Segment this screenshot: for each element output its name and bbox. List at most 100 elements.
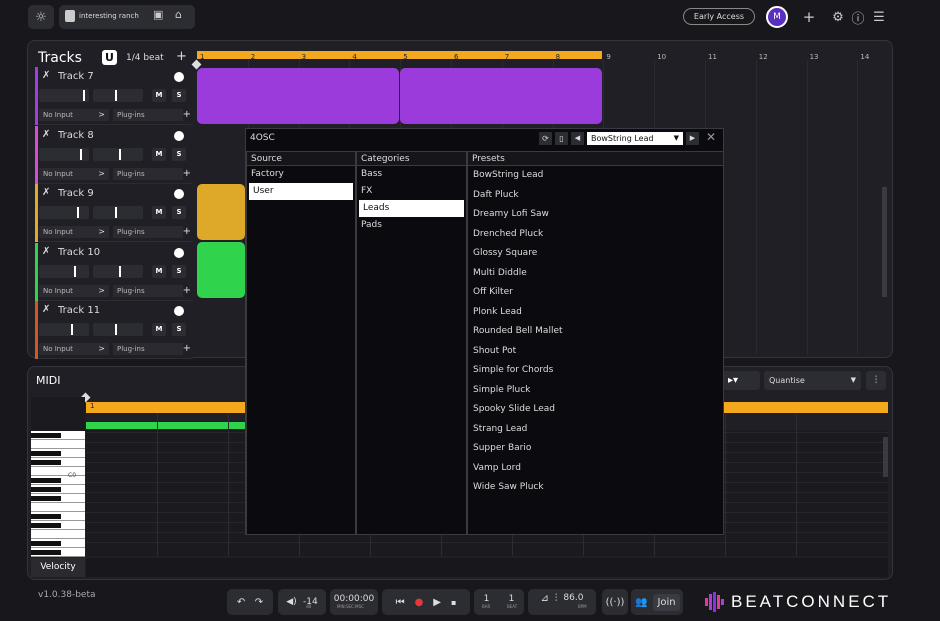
save-preset-icon[interactable]: ▯ <box>555 132 568 145</box>
plugins-select[interactable]: Plug-ins + <box>113 343 191 355</box>
audio-clip[interactable] <box>197 242 245 298</box>
mute-button[interactable]: M <box>152 89 166 102</box>
volume-slider[interactable] <box>39 323 89 336</box>
track-header[interactable]: ✗ Track 7 M S No Input > Plug-ins + <box>35 67 193 125</box>
project-pill[interactable]: interesting ranch ▣ ⌂ <box>59 5 195 29</box>
track-name[interactable]: Track 9 <box>58 188 94 199</box>
instrument-icon[interactable]: ✗ <box>42 246 50 257</box>
users-icon[interactable]: 👥 <box>635 597 647 608</box>
category-item[interactable]: Leads <box>359 200 464 217</box>
preset-select[interactable]: BowString Lead ▼ <box>587 132 683 145</box>
velocity-lane[interactable] <box>86 558 888 577</box>
play-icon[interactable]: ▶ <box>433 597 441 608</box>
input-select[interactable]: No Input > <box>39 226 109 238</box>
plugins-select[interactable]: Plug-ins + <box>113 167 191 180</box>
mixer-settings-icon[interactable]: ⫶ <box>866 371 886 390</box>
instrument-icon[interactable]: ✗ <box>42 70 50 81</box>
track-name[interactable]: Track 11 <box>58 305 100 316</box>
piano-black-key[interactable] <box>31 451 61 456</box>
lock-icon[interactable]: ▪ <box>451 598 456 607</box>
pan-slider[interactable] <box>93 323 143 336</box>
preset-item[interactable]: Simple Pluck <box>468 381 723 401</box>
skip-back-icon[interactable]: ⏮ <box>396 597 405 608</box>
preset-item[interactable]: Simple for Chords <box>468 361 723 381</box>
record-icon[interactable]: ● <box>415 597 424 608</box>
sliders-icon[interactable]: ⫶ <box>555 593 558 604</box>
piano-black-key[interactable] <box>31 478 61 483</box>
preset-item[interactable]: Daft Pluck <box>468 186 723 206</box>
piano-white-key[interactable] <box>31 503 85 512</box>
input-select[interactable]: No Input > <box>39 343 109 355</box>
input-select[interactable]: No Input > <box>39 167 109 180</box>
pan-slider[interactable] <box>93 206 143 219</box>
volume-control[interactable]: ◀) -14 <box>278 589 326 615</box>
midi-clip[interactable] <box>400 68 602 124</box>
pan-slider[interactable] <box>93 264 143 278</box>
gear-icon[interactable]: ⚙ <box>829 6 847 28</box>
instrument-icon[interactable]: ✗ <box>42 304 50 315</box>
record-arm-icon[interactable] <box>174 130 184 141</box>
loop-region[interactable] <box>197 51 602 59</box>
undo-icon[interactable]: ↶ <box>237 597 245 608</box>
input-select[interactable]: No Input > <box>39 284 109 297</box>
input-select[interactable]: No Input > <box>39 109 109 121</box>
refresh-icon[interactable]: ⟳ <box>539 132 552 145</box>
preset-item[interactable]: Drenched Pluck <box>468 225 723 245</box>
instrument-icon[interactable]: ✗ <box>42 187 50 198</box>
info-icon[interactable]: ⓘ <box>849 6 867 28</box>
volume-slider[interactable] <box>39 147 89 161</box>
solo-button[interactable]: S <box>172 264 186 278</box>
broadcast-icon[interactable]: ((·)) <box>602 589 628 615</box>
piano-black-key[interactable] <box>31 433 61 438</box>
solo-button[interactable]: S <box>172 89 186 102</box>
quantize-value[interactable]: 1/4 beat <box>126 53 164 63</box>
pointer-tool-icon[interactable]: ▸▾ <box>722 371 760 390</box>
preset-item[interactable]: Strang Lead <box>468 420 723 440</box>
preset-item[interactable]: Off Kilter <box>468 283 723 303</box>
snap-magnet-icon[interactable]: U <box>102 50 117 65</box>
piano-white-key[interactable] <box>31 440 85 449</box>
instrument-icon[interactable]: ✗ <box>42 129 50 140</box>
mute-button[interactable]: M <box>152 323 166 336</box>
piano-black-key[interactable] <box>31 541 61 546</box>
close-icon[interactable]: ✕ <box>706 130 716 144</box>
piano-white-key[interactable] <box>31 467 85 476</box>
audio-clip[interactable] <box>197 184 245 240</box>
mute-button[interactable]: M <box>152 147 166 161</box>
track-header[interactable]: ✗ Track 9 M S No Input > Plug-ins + <box>35 184 193 242</box>
avatar[interactable]: M <box>766 6 788 28</box>
track-header[interactable]: ✗ Track 10 M S No Input > Plug-ins + <box>35 242 193 301</box>
metronome-icon[interactable]: ⊿ <box>541 593 549 604</box>
preset-item[interactable]: Dreamy Lofi Saw <box>468 205 723 225</box>
add-track-button[interactable]: + <box>176 49 187 64</box>
preset-item[interactable]: Vamp Lord <box>468 459 723 479</box>
preset-item[interactable]: Wide Saw Pluck <box>468 478 723 498</box>
piano-black-key[interactable] <box>31 523 61 528</box>
track-name[interactable]: Track 7 <box>58 71 94 82</box>
redo-icon[interactable]: ↷ <box>255 597 263 608</box>
upload-icon[interactable]: ⌂ <box>175 8 182 21</box>
record-arm-icon[interactable] <box>174 247 184 258</box>
source-item[interactable]: Factory <box>247 166 355 183</box>
piano-black-key[interactable] <box>31 496 61 501</box>
category-item[interactable]: Bass <box>357 166 466 183</box>
record-arm-icon[interactable] <box>174 72 184 82</box>
category-item[interactable]: FX <box>357 183 466 200</box>
mute-button[interactable]: M <box>152 206 166 219</box>
preset-item[interactable]: BowString Lead <box>468 166 723 186</box>
pan-slider[interactable] <box>93 147 143 161</box>
category-item[interactable]: Pads <box>357 217 466 234</box>
preset-item[interactable]: Glossy Square <box>468 244 723 264</box>
volume-slider[interactable] <box>39 264 89 278</box>
mute-button[interactable]: M <box>152 264 166 278</box>
piano-black-key[interactable] <box>31 550 61 555</box>
save-icon[interactable]: ▣ <box>153 8 163 21</box>
track-header[interactable]: ✗ Track 8 M S No Input > Plug-ins + <box>35 125 193 184</box>
plugins-select[interactable]: Plug-ins + <box>113 284 191 297</box>
preset-item[interactable]: Multi Diddle <box>468 264 723 284</box>
piano-white-key[interactable] <box>31 530 85 539</box>
source-item[interactable]: User <box>249 183 353 200</box>
track-name[interactable]: Track 10 <box>58 247 100 258</box>
piano-black-key[interactable] <box>31 487 61 492</box>
solo-button[interactable]: S <box>172 323 186 336</box>
